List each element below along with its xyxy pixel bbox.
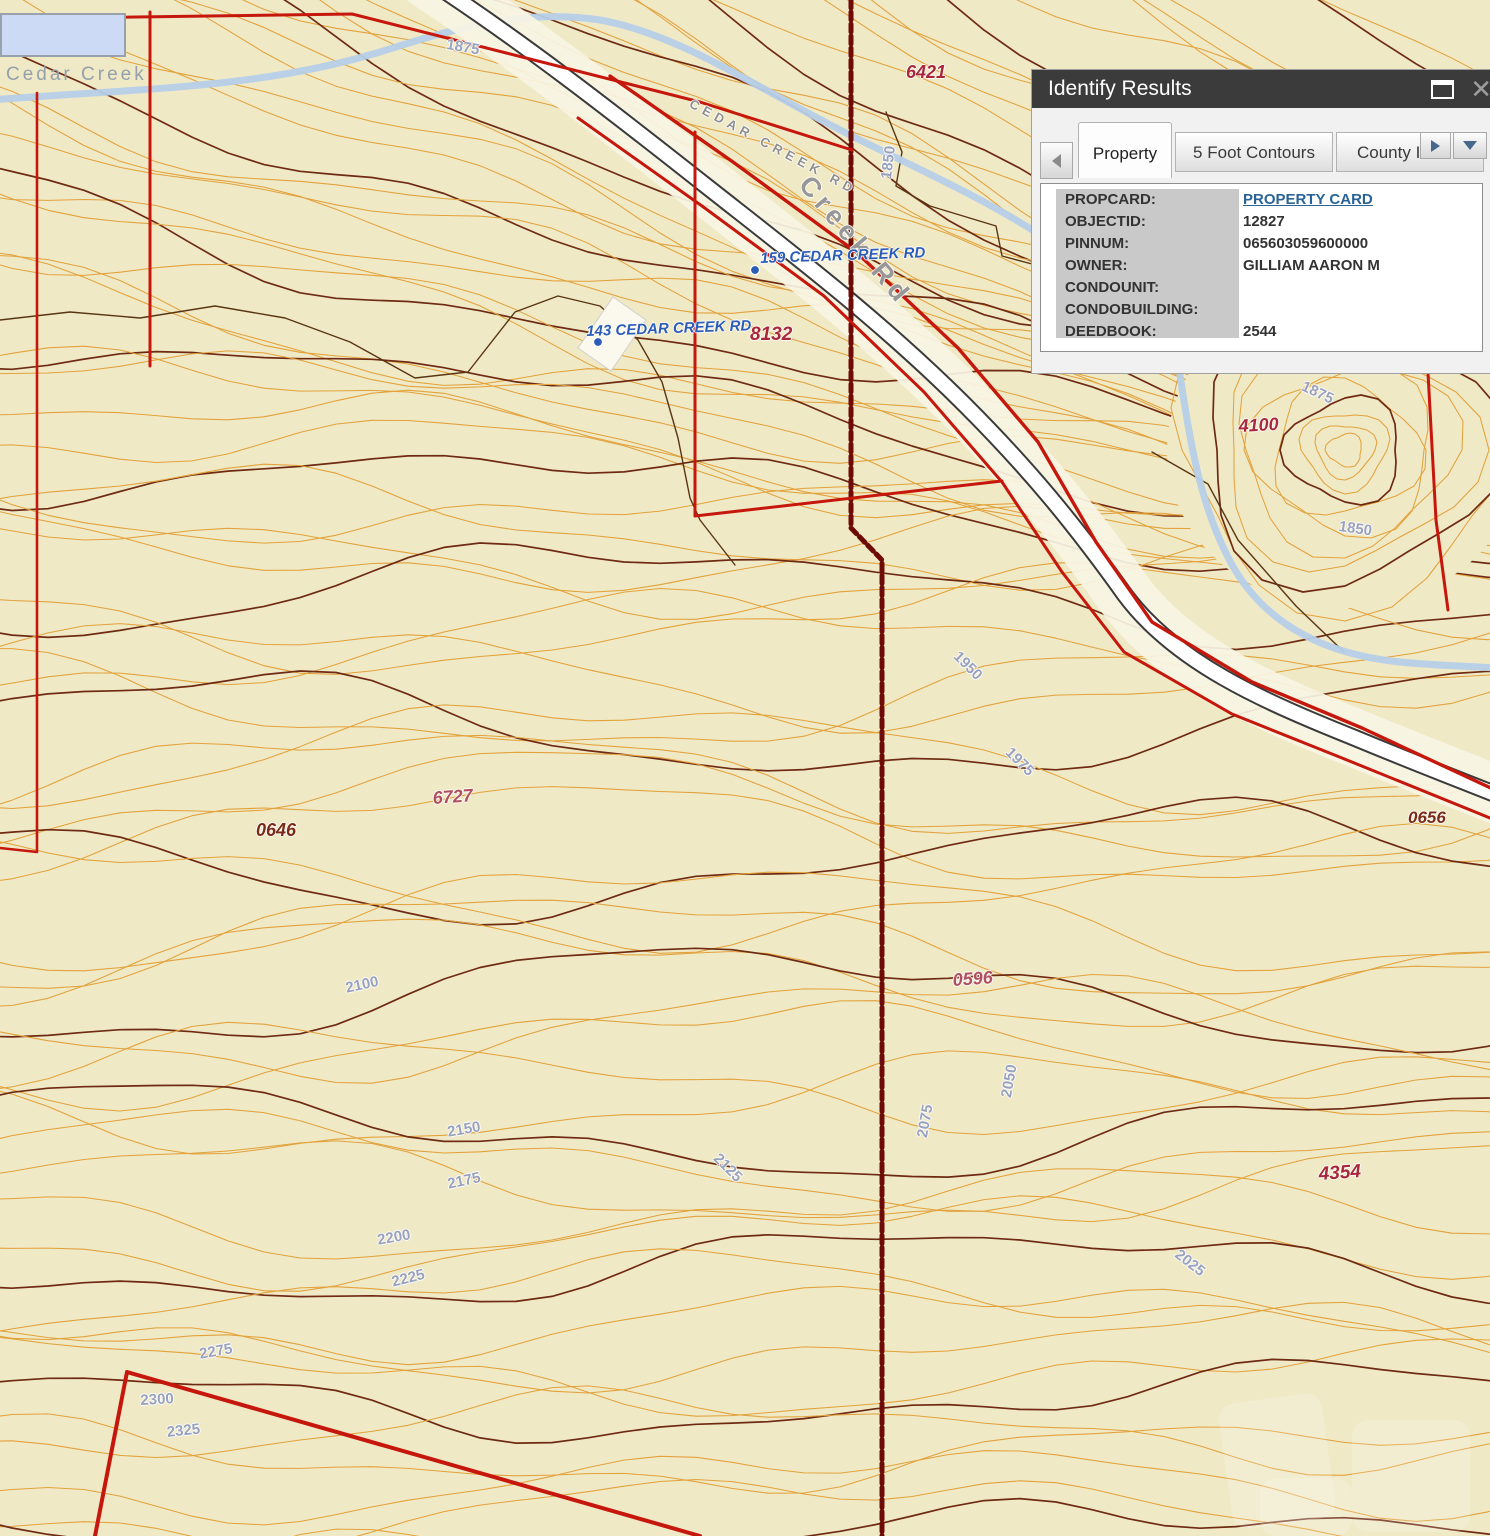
close-icon[interactable]: ✕ [1470,76,1490,102]
tab-scroll-left-button[interactable] [1040,142,1073,179]
identify-results-window: Identify Results ✕ Property 5 Foot Conto… [1032,70,1490,373]
attribute-rows: PROPCARD:PROPERTY CARD OBJECTID:12827 PI… [1056,189,1482,338]
selection-highlight-box [0,13,126,57]
attribute-row: CONDOUNIT: [1056,277,1482,299]
window-title: Identify Results [1048,77,1192,101]
window-titlebar[interactable]: Identify Results ✕ [1032,70,1490,108]
attribute-row: PROPCARD:PROPERTY CARD [1056,189,1482,211]
tab-strip: Property 5 Foot Contours County I [1032,108,1490,183]
tab-property[interactable]: Property [1078,122,1172,178]
maximize-icon[interactable] [1431,80,1454,99]
property-card-link[interactable]: PROPERTY CARD [1239,189,1373,211]
right-arrow-icon [1431,140,1440,152]
tab-scroll-right-button[interactable] [1420,132,1451,159]
identify-attributes-panel: PROPCARD:PROPERTY CARD OBJECTID:12827 PI… [1040,183,1483,352]
attribute-row: OWNER:GILLIAM AARON M [1056,255,1482,277]
identify-results-body: Property 5 Foot Contours County I PROPCA… [1032,108,1490,373]
tab-menu-button[interactable] [1453,132,1487,159]
attribute-row: PINNUM:065603059600000 [1056,233,1482,255]
down-arrow-icon [1463,141,1477,150]
attribute-row: DEEDBOOK:2544 [1056,321,1482,338]
attribute-row: OBJECTID:12827 [1056,211,1482,233]
attribute-row: CONDOBUILDING: [1056,299,1482,321]
tab-5-foot-contours[interactable]: 5 Foot Contours [1175,132,1333,172]
left-arrow-icon [1052,154,1061,168]
